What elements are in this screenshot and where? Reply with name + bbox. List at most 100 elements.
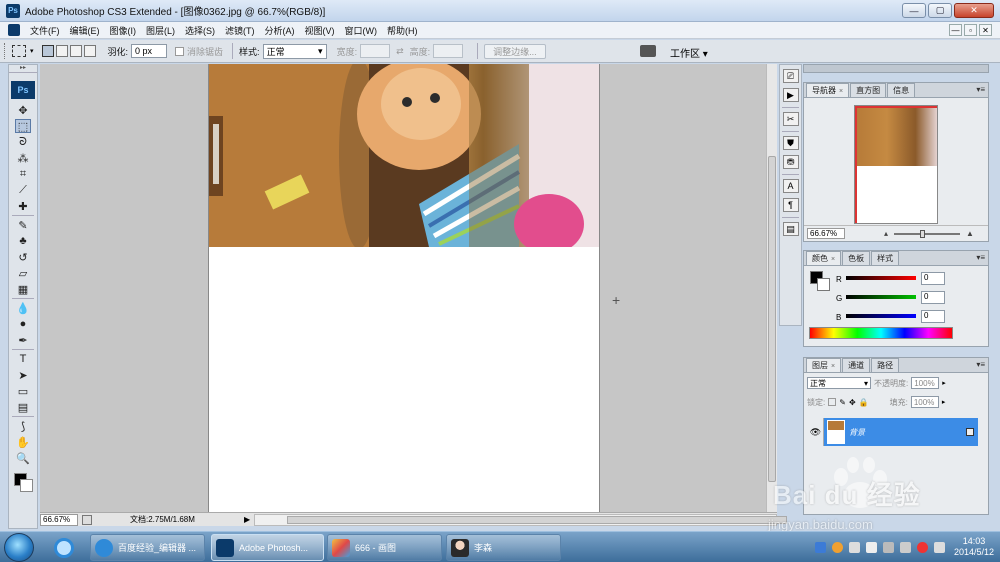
doc-restore-button[interactable]: ▫ (964, 24, 977, 36)
canvas-workspace[interactable]: + (40, 64, 767, 512)
menu-file[interactable]: 文件(F) (25, 24, 65, 37)
navigator-zoom-slider[interactable] (894, 230, 960, 238)
shape-tool-icon[interactable]: ▭ (15, 384, 31, 398)
navigator-zoom-field[interactable]: 66.67% (807, 228, 845, 239)
dodge-tool-icon[interactable]: ● (15, 317, 31, 331)
document-icon[interactable] (8, 24, 20, 36)
menu-help[interactable]: 帮助(H) (382, 24, 423, 37)
refine-edge-button[interactable]: 调整边缘... (484, 43, 546, 59)
maximize-button[interactable]: ▢ (928, 3, 952, 18)
intersect-selection-icon[interactable] (83, 45, 96, 57)
zoom-out-icon[interactable]: ▴ (884, 229, 888, 238)
gradient-tool-icon[interactable]: ▦ (15, 282, 31, 296)
device-icon[interactable] (865, 541, 877, 553)
vertical-scrollbar[interactable] (766, 64, 777, 512)
clone-source-icon[interactable]: ⛃ (782, 155, 799, 169)
doc-close-button[interactable]: ✕ (979, 24, 992, 36)
pen-tool-icon[interactable]: ✒ (15, 333, 31, 347)
status-info-icon[interactable] (82, 514, 92, 525)
fill-input[interactable]: 100% (910, 396, 939, 408)
actions-panel-icon[interactable]: ▶ (782, 88, 799, 102)
background-color-swatch[interactable] (20, 479, 33, 492)
clone-stamp-tool-icon[interactable]: ♣ (15, 234, 31, 248)
layer-comps-icon[interactable]: ▤ (782, 222, 799, 236)
eyedropper-tool-icon[interactable]: ⟆ (15, 419, 31, 433)
navigator-view-box[interactable] (855, 106, 937, 223)
menu-window[interactable]: 窗口(W) (340, 24, 383, 37)
ie-quicklaunch-icon[interactable] (46, 534, 82, 561)
clock[interactable]: 14:03 2014/5/12 (954, 536, 994, 558)
lock-pixels-icon[interactable]: ✎ (839, 398, 846, 407)
marquee-tool-icon[interactable]: ⬚ (15, 119, 31, 133)
new-selection-icon[interactable] (41, 45, 54, 57)
healing-brush-tool-icon[interactable]: ✚ (15, 199, 31, 213)
marquee-preset-icon[interactable] (12, 45, 26, 57)
value-g[interactable]: 0 (921, 291, 945, 304)
menu-edit[interactable]: 编辑(E) (65, 24, 105, 37)
hand-tool-icon[interactable]: ✋ (15, 435, 31, 449)
fill-arrow-icon[interactable]: ▸ (942, 398, 946, 406)
slider-g[interactable] (846, 295, 916, 299)
tab-color[interactable]: 颜色 × (806, 251, 842, 265)
menu-select[interactable]: 选择(S) (180, 24, 220, 37)
tab-styles[interactable]: 样式 (871, 251, 900, 265)
minimize-button[interactable]: — (902, 3, 926, 18)
lock-position-icon[interactable]: ✥ (849, 398, 856, 407)
antialias-checkbox[interactable] (175, 46, 185, 56)
tab-layers[interactable]: 图层 × (806, 358, 842, 372)
brushes-panel-icon[interactable]: ⛊ (782, 136, 799, 150)
panel-menu-icon[interactable]: ▾≡ (976, 253, 985, 262)
zoom-tool-icon[interactable]: 🔍 (15, 451, 31, 465)
photoshop-logo-icon[interactable]: Ps (11, 81, 35, 99)
slice-tool-icon[interactable]: ⟋ (15, 183, 31, 197)
slider-r[interactable] (846, 276, 916, 280)
taskbar-item-paint[interactable]: 666 - 画图 (327, 534, 442, 561)
tab-histogram[interactable]: 直方图 (850, 83, 887, 97)
toolbox-grip[interactable]: ▸▸ (9, 65, 37, 73)
horizontal-scrollbar[interactable] (254, 513, 788, 526)
eraser-tool-icon[interactable]: ▱ (15, 266, 31, 280)
zoom-in-icon[interactable]: ▲ (966, 229, 974, 238)
paragraph-panel-icon[interactable]: ¶ (782, 198, 799, 212)
status-menu-arrow-icon[interactable]: ▶ (244, 515, 250, 524)
shield-icon[interactable] (814, 541, 826, 553)
workspace-menu[interactable]: 工作区 ▾ (670, 45, 708, 60)
value-b[interactable]: 0 (921, 310, 945, 323)
panel-group-header[interactable] (803, 64, 989, 73)
tab-paths[interactable]: 路径 (871, 358, 900, 372)
document-canvas[interactable] (208, 64, 600, 512)
photoshop-app-icon[interactable]: Ps (6, 3, 20, 18)
menu-view[interactable]: 视图(V) (300, 24, 340, 37)
navigator-zoom-knob[interactable] (920, 230, 925, 238)
vertical-scrollbar-thumb[interactable] (768, 156, 776, 482)
options-bar-grip[interactable] (4, 43, 8, 59)
flag-icon[interactable] (882, 541, 894, 553)
update-icon[interactable] (831, 541, 843, 553)
brush-tool-icon[interactable]: ✎ (15, 218, 31, 232)
panel-menu-icon[interactable]: ▾≡ (976, 360, 985, 369)
navigator-thumbnail[interactable] (854, 105, 938, 224)
network-icon[interactable] (848, 541, 860, 553)
opacity-input[interactable]: 100% (911, 377, 940, 389)
menu-filter[interactable]: 滤镜(T) (220, 24, 260, 37)
blur-tool-icon[interactable]: 💧 (15, 301, 31, 315)
layer-row-background[interactable]: 👁 背景 (808, 418, 978, 446)
monitor-icon[interactable] (899, 541, 911, 553)
tab-channels[interactable]: 通道 (842, 358, 871, 372)
path-selection-tool-icon[interactable]: ➤ (15, 368, 31, 382)
color-spectrum-bar[interactable] (809, 327, 953, 339)
lock-all-icon[interactable]: 🔒 (859, 398, 869, 407)
close-icon[interactable]: × (831, 256, 835, 263)
close-button[interactable]: ✕ (954, 3, 994, 18)
menu-analysis[interactable]: 分析(A) (260, 24, 300, 37)
notes-tool-icon[interactable]: ▤ (15, 400, 31, 414)
close-icon[interactable]: × (831, 363, 835, 370)
volume-icon[interactable] (933, 541, 945, 553)
add-to-selection-icon[interactable] (55, 45, 68, 57)
history-brush-tool-icon[interactable]: ↺ (15, 250, 31, 264)
feather-input[interactable]: 0 px (131, 44, 168, 58)
app-tray-icon[interactable] (916, 541, 928, 553)
taskbar-item-contact[interactable]: 李森 (446, 534, 561, 561)
horizontal-scrollbar-thumb[interactable] (287, 515, 788, 524)
menu-layer[interactable]: 图层(L) (141, 24, 180, 37)
